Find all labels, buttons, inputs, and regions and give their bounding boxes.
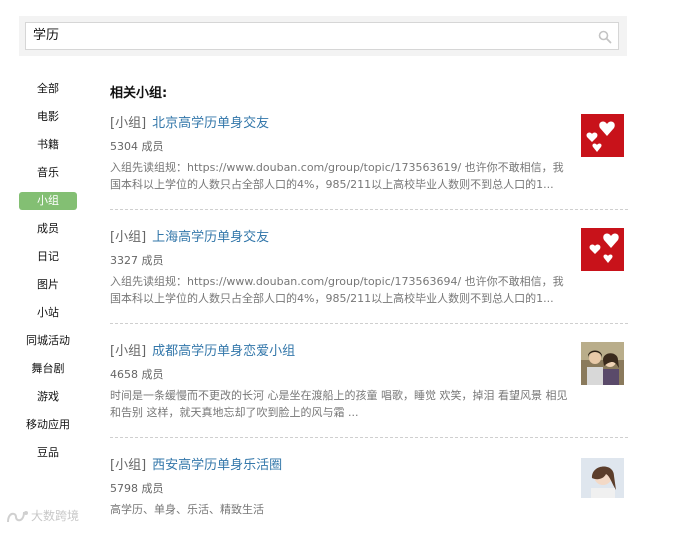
section-title: 相关小组: — [110, 86, 168, 101]
search-bar — [19, 16, 627, 56]
result-title-link[interactable]: 上海高学历单身交友 — [152, 230, 269, 245]
result-description: 入组先读组规：https://www.douban.com/group/topi… — [110, 275, 564, 305]
sidebar-item-movies[interactable]: 电影 — [19, 108, 77, 126]
group-thumbnail-hearts[interactable] — [581, 228, 624, 271]
watermark-text: 大数跨境 — [31, 509, 80, 523]
result-title-link[interactable]: 北京高学历单身交友 — [152, 116, 269, 131]
sidebar-item-local-events[interactable]: 同城活动 — [19, 332, 77, 350]
sidebar-item-photos[interactable]: 图片 — [19, 276, 77, 294]
sidebar-item-diaries[interactable]: 日记 — [19, 248, 77, 266]
sidebar-item-books[interactable]: 书籍 — [19, 136, 77, 154]
sidebar-item-all[interactable]: 全部 — [19, 80, 77, 98]
result-description: 入组先读组规：https://www.douban.com/group/topi… — [110, 161, 564, 191]
search-input[interactable] — [26, 23, 593, 49]
result-title-line: [小组] 成都高学历单身恋爱小组 — [110, 342, 295, 362]
result-type-label: [小组] — [110, 116, 147, 131]
search-icon[interactable] — [598, 29, 612, 44]
group-thumbnail-couple-photo[interactable] — [581, 342, 624, 385]
sidebar-item-douban-products[interactable]: 豆品 — [19, 444, 77, 462]
member-count: 4658 成员 — [110, 368, 164, 381]
result-item: [小组] 上海高学历单身交友 3327 成员 入组先读组规：https://www… — [110, 228, 628, 324]
sidebar-item-groups[interactable]: 小组 — [19, 192, 77, 210]
result-item: [小组] 成都高学历单身恋爱小组 4658 成员 时间是一条缓慢而不更改的长河 心… — [110, 342, 628, 438]
member-count: 5798 成员 — [110, 482, 164, 495]
search-box — [25, 22, 619, 50]
divider — [110, 323, 628, 324]
results-panel: 相关小组: [小组] 北京高学历单身交友 5304 成员 入组先读组规：https… — [110, 84, 628, 516]
sidebar-item-sites[interactable]: 小站 — [19, 304, 77, 322]
sidebar-item-games[interactable]: 游戏 — [19, 388, 77, 406]
group-thumbnail-hearts[interactable] — [581, 114, 624, 157]
result-type-label: [小组] — [110, 230, 147, 245]
divider — [110, 437, 628, 438]
result-item: [小组] 西安高学历单身乐活圈 5798 成员 高学历、单身、乐活、精致生活 — [110, 456, 628, 552]
result-item: [小组] 北京高学历单身交友 5304 成员 入组先读组规：https://www… — [110, 114, 628, 210]
result-description: 高学历、单身、乐活、精致生活 — [110, 503, 264, 516]
sidebar-item-music[interactable]: 音乐 — [19, 164, 77, 182]
result-description: 时间是一条缓慢而不更改的长河 心是坐在渡船上的孩童 唱歌，睡觉 欢笑，掉泪 看望… — [110, 389, 568, 419]
member-count: 3327 成员 — [110, 254, 164, 267]
watermark: 大数跨境 — [5, 507, 79, 525]
result-title-line: [小组] 北京高学历单身交友 — [110, 114, 269, 134]
sidebar-item-mobile-apps[interactable]: 移动应用 — [19, 416, 77, 434]
category-sidebar: 全部 电影 书籍 音乐 小组 成员 日记 图片 小站 同城活动 舞台剧 游戏 移… — [19, 80, 79, 472]
result-title-link[interactable]: 成都高学历单身恋爱小组 — [152, 344, 295, 359]
member-count: 5304 成员 — [110, 140, 164, 153]
watermark-logo-icon — [7, 510, 28, 522]
group-thumbnail-girl-photo[interactable] — [581, 458, 624, 498]
sidebar-item-drama[interactable]: 舞台剧 — [19, 360, 77, 378]
result-type-label: [小组] — [110, 458, 147, 473]
sidebar-item-members[interactable]: 成员 — [19, 220, 77, 238]
result-title-line: [小组] 西安高学历单身乐活圈 — [110, 456, 282, 476]
result-type-label: [小组] — [110, 344, 147, 359]
result-title-link[interactable]: 西安高学历单身乐活圈 — [152, 458, 282, 473]
divider — [110, 209, 628, 210]
result-title-line: [小组] 上海高学历单身交友 — [110, 228, 269, 248]
